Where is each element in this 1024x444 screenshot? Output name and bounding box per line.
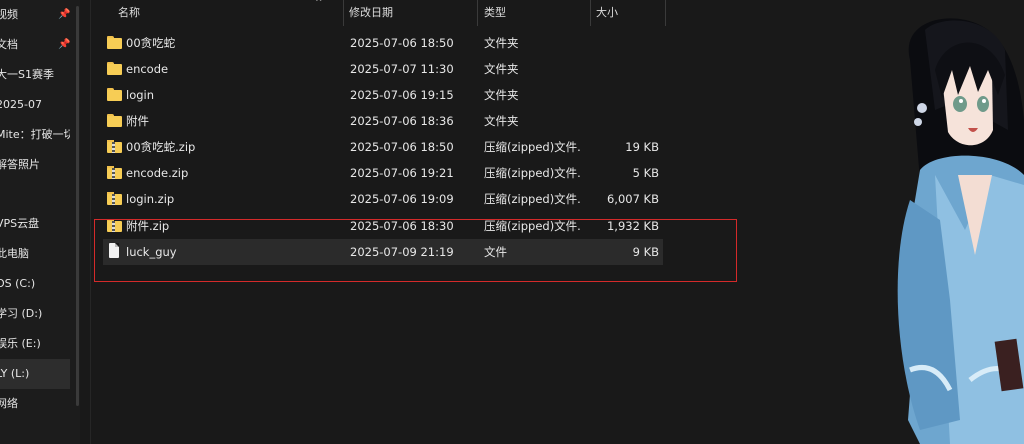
file-type: 文件夹 xyxy=(484,114,519,128)
sort-ascending-icon: ^ xyxy=(315,0,323,8)
navigation-pane: 视频 📌 文档 📌 大一S1赛季 2025-07 Mite：打破一切 解答照片 … xyxy=(0,0,80,444)
file-row[interactable]: 00贪吃蛇 2025-07-06 18:50 文件夹 xyxy=(103,30,663,56)
file-date: 2025-07-06 19:21 xyxy=(350,166,454,180)
nav-item-s1-season[interactable]: 大一S1赛季 xyxy=(0,60,70,90)
column-header-date[interactable]: 修改日期 xyxy=(349,0,393,26)
file-name: login.zip xyxy=(126,192,175,206)
nav-item-label: OS (C:) xyxy=(0,277,36,290)
file-row[interactable]: encode.zip 2025-07-06 19:21 压缩(zipped)文件… xyxy=(103,160,663,186)
pin-icon: 📌 xyxy=(58,39,70,50)
nav-item-network[interactable]: 网络 xyxy=(0,389,70,419)
file-row[interactable]: login.zip 2025-07-06 19:09 压缩(zipped)文件.… xyxy=(103,186,663,212)
column-separator[interactable] xyxy=(477,0,478,26)
folder-icon xyxy=(107,114,122,127)
annotation-highlight-box xyxy=(94,219,737,282)
file-type: 文件夹 xyxy=(484,62,519,76)
nav-item-label: 视频 xyxy=(0,8,18,21)
nav-item-videos[interactable]: 视频 📌 xyxy=(0,0,70,30)
nav-item-this-pc[interactable]: 此电脑 xyxy=(0,239,70,269)
file-row[interactable]: encode 2025-07-07 11:30 文件夹 xyxy=(103,56,663,82)
file-name: login xyxy=(126,88,155,102)
file-type: 文件夹 xyxy=(484,88,519,102)
nav-item-label: VPS云盘 xyxy=(0,217,40,230)
file-date: 2025-07-07 11:30 xyxy=(350,62,454,76)
file-size: 19 KB xyxy=(625,140,659,154)
file-row[interactable]: login 2025-07-06 19:15 文件夹 xyxy=(103,82,663,108)
nav-item-label: Mite：打破一切 xyxy=(0,128,70,141)
column-separator[interactable] xyxy=(590,0,591,26)
nav-item-label: 娱乐 (E:) xyxy=(0,337,41,350)
zip-folder-icon xyxy=(107,140,122,153)
pane-divider[interactable] xyxy=(90,0,91,444)
column-header-type[interactable]: 类型 xyxy=(484,0,506,26)
nav-scrollbar[interactable] xyxy=(76,6,79,406)
pin-icon: 📌 xyxy=(58,9,70,20)
folder-icon xyxy=(107,62,122,75)
file-size: 6,007 KB xyxy=(606,192,659,206)
file-size: 5 KB xyxy=(632,166,659,180)
file-name: 00贪吃蛇.zip xyxy=(126,140,196,154)
column-header-name[interactable]: 名称 xyxy=(118,0,140,26)
column-separator[interactable] xyxy=(343,0,344,26)
nav-item-label: 2025-07 xyxy=(0,98,42,111)
file-name: 00贪吃蛇 xyxy=(126,36,176,50)
nav-item-vps-cloud[interactable]: VPS云盘 xyxy=(0,209,70,239)
nav-item-mite[interactable]: Mite：打破一切 xyxy=(0,120,70,150)
background-character-artwork xyxy=(880,0,1024,444)
file-date: 2025-07-06 19:09 xyxy=(350,192,454,206)
nav-item-label: 文档 xyxy=(0,38,18,51)
column-header-size[interactable]: 大小 xyxy=(596,0,618,26)
file-type: 文件夹 xyxy=(484,36,519,50)
file-type: 压缩(zipped)文件... xyxy=(484,166,582,180)
nav-item-documents[interactable]: 文档 📌 xyxy=(0,30,70,60)
file-row[interactable]: 00贪吃蛇.zip 2025-07-06 18:50 压缩(zipped)文件.… xyxy=(103,134,663,160)
file-date: 2025-07-06 18:36 xyxy=(350,114,454,128)
nav-item-label: LY (L:) xyxy=(0,367,30,380)
file-row[interactable]: 附件 2025-07-06 18:36 文件夹 xyxy=(103,108,663,134)
file-name: encode xyxy=(126,62,169,76)
file-type: 压缩(zipped)文件... xyxy=(484,140,582,154)
nav-item-drive-c[interactable]: OS (C:) xyxy=(0,269,70,299)
nav-item-label: 解答照片 xyxy=(0,158,40,171)
zip-folder-icon xyxy=(107,192,122,205)
file-date: 2025-07-06 18:50 xyxy=(350,140,454,154)
nav-item-photos[interactable]: 解答照片 xyxy=(0,150,70,180)
file-type: 压缩(zipped)文件... xyxy=(484,192,582,206)
nav-item-drive-e[interactable]: 娱乐 (E:) xyxy=(0,329,70,359)
folder-icon xyxy=(107,88,122,101)
nav-item-label: 此电脑 xyxy=(0,247,29,260)
nav-item-label: 大一S1赛季 xyxy=(0,68,54,81)
column-header-bar: ^ 名称 修改日期 类型 大小 xyxy=(90,0,666,26)
file-name: encode.zip xyxy=(126,166,189,180)
file-date: 2025-07-06 19:15 xyxy=(350,88,454,102)
nav-item-drive-l[interactable]: LY (L:) xyxy=(0,359,70,389)
column-separator[interactable] xyxy=(665,0,666,26)
nav-item-label: 学习 (D:) xyxy=(0,307,43,320)
nav-item-2025-07[interactable]: 2025-07 xyxy=(0,90,70,120)
file-date: 2025-07-06 18:50 xyxy=(350,36,454,50)
zip-folder-icon xyxy=(107,166,122,179)
folder-icon xyxy=(107,36,122,49)
file-name: 附件 xyxy=(126,114,149,128)
nav-item-drive-d[interactable]: 学习 (D:) xyxy=(0,299,70,329)
nav-item-label: 网络 xyxy=(0,397,18,410)
